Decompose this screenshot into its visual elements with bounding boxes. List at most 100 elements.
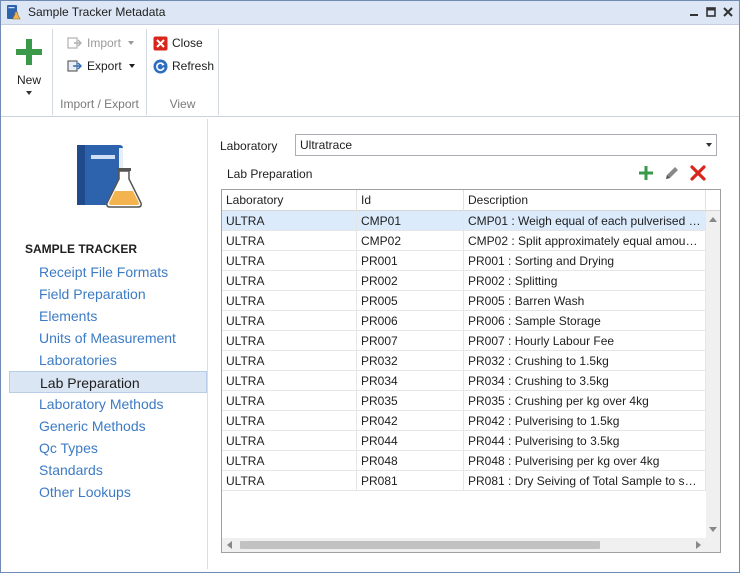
scrollbar-corner xyxy=(706,538,720,552)
cell-laboratory: ULTRA xyxy=(222,211,357,231)
ribbon-group-import-export: Import Export Import / Export xyxy=(53,29,147,115)
cell-id: PR032 xyxy=(357,351,464,371)
chevron-down-icon xyxy=(128,41,135,45)
cell-laboratory: ULTRA xyxy=(222,471,357,491)
cell-laboratory: ULTRA xyxy=(222,291,357,311)
cell-laboratory: ULTRA xyxy=(222,231,357,251)
sidebar-item-field-preparation[interactable]: Field Preparation xyxy=(9,283,207,305)
column-header-laboratory[interactable]: Laboratory xyxy=(222,190,357,211)
table-row[interactable]: ULTRA PR044 PR044 : Pulverising to 3.5kg xyxy=(222,431,706,451)
cell-description: PR042 : Pulverising to 1.5kg xyxy=(464,411,706,431)
import-button[interactable]: Import xyxy=(67,33,135,53)
new-button[interactable]: New xyxy=(11,31,47,97)
ribbon-group-new: New xyxy=(5,29,53,115)
close-button[interactable]: Close xyxy=(153,33,203,53)
table-row[interactable]: ULTRA PR032 PR032 : Crushing to 1.5kg xyxy=(222,351,706,371)
horizontal-scrollbar[interactable] xyxy=(222,538,706,552)
sidebar-item-other-lookups[interactable]: Other Lookups xyxy=(9,481,207,503)
table-row[interactable]: ULTRA PR048 PR048 : Pulverising per kg o… xyxy=(222,451,706,471)
grid-rows: ULTRA CMP01 CMP01 : Weigh equal of each … xyxy=(222,211,706,491)
cell-laboratory: ULTRA xyxy=(222,411,357,431)
table-row[interactable]: ULTRA PR081 PR081 : Dry Seiving of Total… xyxy=(222,471,706,491)
table-row[interactable]: ULTRA PR007 PR007 : Hourly Labour Fee xyxy=(222,331,706,351)
cell-description: PR032 : Crushing to 1.5kg xyxy=(464,351,706,371)
cell-id: PR007 xyxy=(357,331,464,351)
app-icon xyxy=(7,5,21,20)
minimize-icon[interactable] xyxy=(688,6,700,18)
cell-id: PR048 xyxy=(357,451,464,471)
refresh-button[interactable]: Refresh xyxy=(153,56,214,76)
cell-id: PR006 xyxy=(357,311,464,331)
cell-description: PR007 : Hourly Labour Fee xyxy=(464,331,706,351)
table-row[interactable]: ULTRA CMP01 CMP01 : Weigh equal of each … xyxy=(222,211,706,231)
table-row[interactable]: ULTRA PR035 PR035 : Crushing per kg over… xyxy=(222,391,706,411)
export-label: Export xyxy=(87,59,122,73)
delete-icon[interactable] xyxy=(689,164,707,182)
add-icon[interactable] xyxy=(637,164,655,182)
export-button[interactable]: Export xyxy=(67,56,135,76)
group-label-import-export: Import / Export xyxy=(60,97,139,111)
scroll-down-icon[interactable] xyxy=(709,527,717,532)
cell-id: PR042 xyxy=(357,411,464,431)
vertical-scrollbar[interactable] xyxy=(706,211,720,538)
maximize-icon[interactable] xyxy=(705,6,717,18)
horizontal-scroll-thumb[interactable] xyxy=(240,541,600,549)
table-row[interactable]: ULTRA PR001 PR001 : Sorting and Drying xyxy=(222,251,706,271)
cell-laboratory: ULTRA xyxy=(222,451,357,471)
sidebar-item-generic-methods[interactable]: Generic Methods xyxy=(9,415,207,437)
cell-id: CMP01 xyxy=(357,211,464,231)
cell-laboratory: ULTRA xyxy=(222,351,357,371)
cell-id: PR044 xyxy=(357,431,464,451)
cell-id: PR034 xyxy=(357,371,464,391)
scroll-left-icon[interactable] xyxy=(227,541,232,549)
table-row[interactable]: ULTRA PR034 PR034 : Crushing to 3.5kg xyxy=(222,371,706,391)
scroll-right-icon[interactable] xyxy=(696,541,701,549)
cell-id: CMP02 xyxy=(357,231,464,251)
close-icon xyxy=(153,36,168,50)
cell-id: PR035 xyxy=(357,391,464,411)
chevron-down-icon xyxy=(26,91,32,95)
title-bar: Sample Tracker Metadata xyxy=(1,1,739,25)
refresh-label: Refresh xyxy=(172,59,215,73)
table-row[interactable]: ULTRA PR002 PR002 : Splitting xyxy=(222,271,706,291)
cell-description: PR006 : Sample Storage xyxy=(464,311,706,331)
laboratory-select-value: Ultratrace xyxy=(300,138,353,152)
laboratory-label: Laboratory xyxy=(220,139,278,153)
cell-id: PR081 xyxy=(357,471,464,491)
cell-description: PR044 : Pulverising to 3.5kg xyxy=(464,431,706,451)
column-header-description[interactable]: Description xyxy=(464,190,706,211)
table-row[interactable]: ULTRA PR005 PR005 : Barren Wash xyxy=(222,291,706,311)
import-icon xyxy=(67,37,82,49)
cell-description: PR002 : Splitting xyxy=(464,271,706,291)
laboratory-select[interactable]: Ultratrace xyxy=(295,134,717,156)
group-label-view: View xyxy=(169,97,196,111)
sidebar-item-elements[interactable]: Elements xyxy=(9,305,207,327)
cell-laboratory: ULTRA xyxy=(222,311,357,331)
sidebar-item-units-of-measurement[interactable]: Units of Measurement xyxy=(9,327,207,349)
cell-laboratory: ULTRA xyxy=(222,331,357,351)
app-window: Sample Tracker Metadata New Import Expor… xyxy=(0,0,740,573)
sidebar: SAMPLE TRACKER Receipt File Formats Fiel… xyxy=(9,119,207,569)
table-row[interactable]: ULTRA CMP02 CMP02 : Split approximately … xyxy=(222,231,706,251)
cell-description: PR034 : Crushing to 3.5kg xyxy=(464,371,706,391)
close-label: Close xyxy=(172,36,203,50)
cell-description: PR001 : Sorting and Drying xyxy=(464,251,706,271)
sidebar-item-standards[interactable]: Standards xyxy=(9,459,207,481)
chevron-down-icon xyxy=(128,64,135,68)
table-row[interactable]: ULTRA PR042 PR042 : Pulverising to 1.5kg xyxy=(222,411,706,431)
plus-icon xyxy=(16,39,42,65)
table-row[interactable]: ULTRA PR006 PR006 : Sample Storage xyxy=(222,311,706,331)
cell-description: PR081 : Dry Seiving of Total Sample to s… xyxy=(464,471,706,491)
edit-icon[interactable] xyxy=(663,164,681,182)
column-header-id[interactable]: Id xyxy=(357,190,464,211)
scroll-up-icon[interactable] xyxy=(709,217,717,222)
sidebar-item-receipt-file-formats[interactable]: Receipt File Formats xyxy=(9,261,207,283)
close-window-icon[interactable] xyxy=(722,6,734,18)
cell-laboratory: ULTRA xyxy=(222,391,357,411)
window-title: Sample Tracker Metadata xyxy=(28,5,166,19)
cell-id: PR005 xyxy=(357,291,464,311)
sidebar-item-lab-preparation[interactable]: Lab Preparation xyxy=(9,371,207,393)
sidebar-item-laboratory-methods[interactable]: Laboratory Methods xyxy=(9,393,207,415)
sidebar-item-laboratories[interactable]: Laboratories xyxy=(9,349,207,371)
sidebar-item-qc-types[interactable]: Qc Types xyxy=(9,437,207,459)
